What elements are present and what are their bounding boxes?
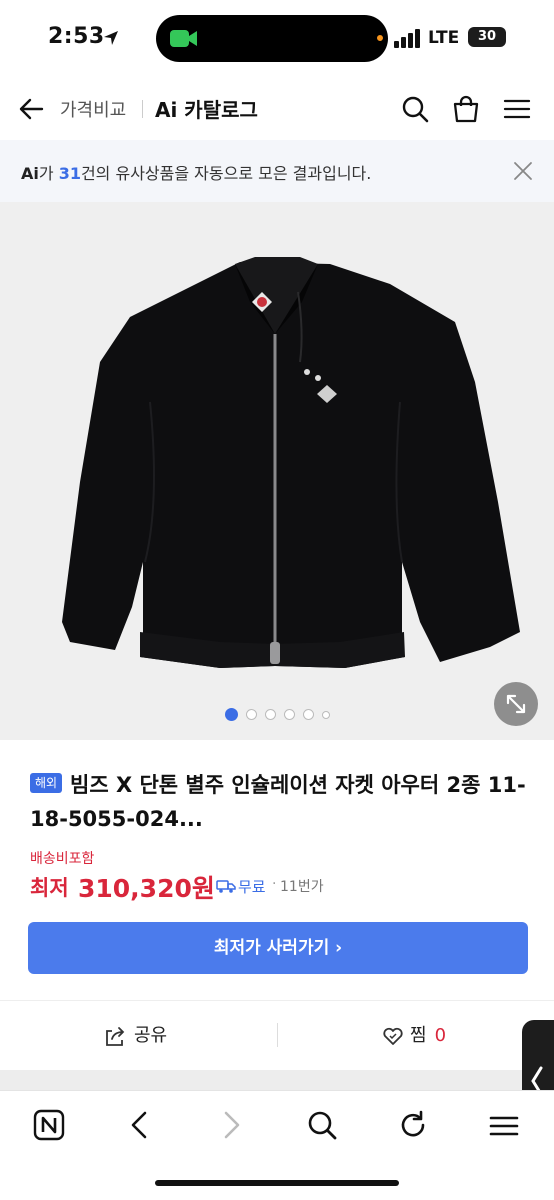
expand-arrows-icon (506, 694, 526, 714)
battery-level: 30 (477, 29, 497, 44)
browser-search-icon[interactable] (306, 1109, 338, 1141)
privacy-indicator-icon (374, 32, 386, 44)
product-title: 빔즈 X 단톤 별주 인슐레이션 자켓 아우터 2종 11-18-5055-02… (30, 773, 526, 831)
top-nav: 가격비교 Ai 카탈로그 (0, 80, 554, 138)
shop-name: 11번가 (280, 879, 324, 895)
product-image (62, 257, 520, 668)
hamburger-menu-icon[interactable] (502, 94, 532, 124)
share-button[interactable]: 공유 (104, 1001, 167, 1071)
nav-divider (142, 100, 143, 118)
buy-lowest-price-button[interactable]: 최저가 사러가기 › (28, 922, 528, 974)
section-separator (0, 1070, 554, 1090)
status-bar: 2:53 LTE 30 (0, 0, 554, 78)
dynamic-island (156, 15, 388, 62)
close-icon[interactable] (512, 160, 534, 182)
search-icon[interactable] (400, 94, 430, 124)
ai-banner-mid: 가 (38, 164, 59, 183)
facetime-camera-icon (170, 30, 197, 47)
price-row: 최저 310,320원 무료 · 11번가 (30, 870, 530, 903)
heart-icon (383, 1027, 403, 1045)
separator-dot: · (272, 876, 277, 892)
product-image-gallery[interactable] (0, 202, 554, 740)
signal-bars-icon (394, 29, 420, 48)
zzim-label: 찜 (410, 1025, 427, 1046)
gallery-dot-6[interactable] (321, 710, 330, 719)
action-bar: 공유 찜0 (0, 1000, 554, 1070)
expand-image-button[interactable] (494, 682, 538, 726)
battery-icon: 30 (468, 27, 506, 47)
gallery-dot-5[interactable] (302, 709, 314, 720)
browser-menu-icon[interactable] (488, 1109, 520, 1141)
time-text: 2:53 (48, 24, 105, 49)
gallery-dot-1[interactable] (224, 708, 238, 721)
gallery-dot-3[interactable] (264, 709, 276, 720)
shipping-note: 배송비포함 (30, 851, 95, 867)
ai-banner-suffix: 건의 유사상품을 자동으로 모은 결과입니다. (80, 164, 372, 183)
share-label: 공유 (134, 1025, 168, 1046)
refresh-icon[interactable] (397, 1109, 429, 1141)
action-divider (277, 1023, 278, 1047)
gallery-pagination (0, 704, 554, 724)
home-indicator (155, 1180, 399, 1186)
browser-forward-icon[interactable] (215, 1109, 247, 1141)
naver-home-icon[interactable] (33, 1109, 65, 1141)
nav-subtitle-link[interactable]: 가격비교 (60, 96, 126, 122)
share-icon (106, 1027, 125, 1046)
zzim-button[interactable]: 찜0 (382, 1001, 446, 1071)
delivery-truck-icon (216, 880, 236, 893)
status-time: 2:53 (48, 24, 105, 49)
ai-banner-count: 31 (58, 164, 81, 183)
delivery-fee: 무료 (238, 878, 266, 896)
ai-banner-text: Ai가 31건의 유사상품을 자동으로 모은 결과입니다. (21, 160, 371, 184)
lowest-price: 310,320원 (78, 874, 215, 903)
browser-back-icon[interactable] (124, 1109, 156, 1141)
gallery-dot-4[interactable] (283, 709, 295, 720)
status-indicators: LTE 30 (374, 26, 534, 50)
back-arrow-icon[interactable] (18, 96, 44, 122)
zzim-count: 0 (434, 1025, 447, 1046)
ai-logo-text: Ai (21, 164, 39, 183)
price-label: 최저 (30, 876, 69, 900)
page-title: Ai 카탈로그 (155, 98, 258, 122)
location-arrow-icon (104, 31, 118, 45)
ai-result-banner: Ai가 31건의 유사상품을 자동으로 모은 결과입니다. (0, 140, 554, 202)
gallery-dot-2[interactable] (245, 709, 257, 720)
shopping-bag-icon[interactable] (451, 94, 481, 124)
network-type: LTE (428, 28, 460, 48)
product-info: 해외 빔즈 X 단톤 별주 인슐레이션 자켓 아우터 2종 11-18-5055… (0, 740, 554, 1000)
